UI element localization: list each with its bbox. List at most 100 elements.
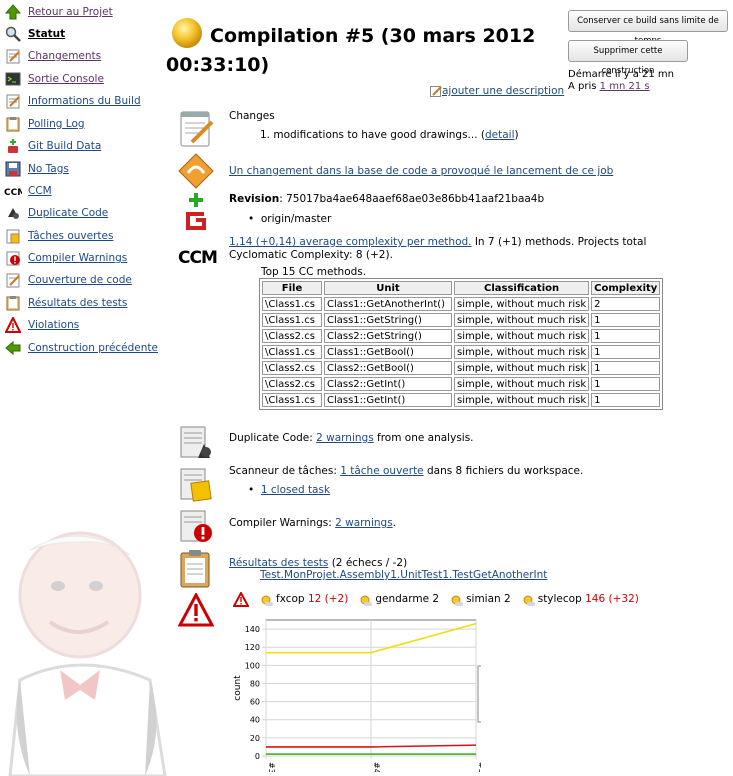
duplicate-code-summary: Duplicate Code: 2 warnings from one anal… — [229, 432, 474, 445]
ccm-icon: CCM — [178, 248, 218, 268]
delete-build-button[interactable]: Supprimer cette construction — [568, 40, 688, 76]
chart-y-tick-label: 40 — [250, 716, 260, 725]
table-row: \Class1.cs Class1::GetString() simple, wit… — [262, 313, 661, 327]
chart-x-tick-label: #3 — [267, 762, 276, 772]
sidebar-item-status[interactable]: Statut — [4, 25, 164, 43]
sidebar-item-label: Retour au Projet — [28, 6, 113, 18]
violation-item-simian[interactable]: simian 2 — [449, 593, 511, 607]
table-row: \Class1.cs Class1::GetAnotherInt() simple,… — [262, 297, 661, 311]
coverage-icon — [4, 271, 22, 289]
violation-item-stylecop[interactable]: stylecop 146 (+32) — [521, 593, 639, 607]
violation-count: 2 — [504, 593, 511, 605]
svg-text:CCM: CCM — [4, 188, 22, 197]
table-cell: Class1::GetString() — [324, 313, 452, 327]
sidebar-item-no-tags[interactable]: No Tags — [4, 160, 164, 178]
build-timing: Démarré il y a 21 mn A pris 1 mn 21 s — [568, 69, 674, 93]
jenkins-mascot-image — [8, 531, 167, 776]
test-results-link[interactable]: Résultats des tests — [229, 557, 328, 569]
table-row: \Class1.cs Class1::GetBool() simple, witho… — [262, 345, 661, 359]
violation-item-fxcop[interactable]: fxcop 12 (+2) — [259, 593, 348, 607]
notepad-icon — [4, 47, 22, 65]
detail-link[interactable]: detail — [485, 129, 515, 141]
table-cell: simple, without much risk — [454, 313, 590, 327]
sidebar-item-console[interactable]: Sortie Console — [4, 70, 164, 88]
compiler-warnings-link[interactable]: 2 warnings — [335, 517, 393, 529]
chart-y-tick-label: 140 — [245, 625, 260, 634]
chart-x-tick-label: #4 — [372, 762, 381, 772]
chart-y-tick-label: 120 — [245, 643, 260, 652]
table-cell: Class2::GetString() — [324, 329, 452, 343]
svg-text:CCM: CCM — [178, 248, 217, 268]
table-cell: Class2::GetInt() — [324, 377, 452, 391]
save-icon — [4, 160, 22, 178]
table-cell: \Class2.cs — [262, 361, 322, 375]
sidebar-item-label: Compiler Warnings — [28, 252, 128, 264]
sidebar-item-label: Informations du Build — [28, 95, 141, 107]
sidebar-item-polling-log[interactable]: Polling Log — [4, 115, 164, 133]
sidebar-item-violations[interactable]: Violations — [4, 316, 164, 334]
change-close-paren: ) — [514, 129, 519, 141]
add-description[interactable]: ajouter une description — [430, 85, 564, 97]
sidebar-item-compiler-warnings[interactable]: Compiler Warnings — [4, 249, 164, 267]
sidebar-item-coverage[interactable]: Couverture de code — [4, 271, 164, 289]
scm-trigger-link[interactable]: Un changement dans la base de code a pro… — [229, 165, 613, 178]
duration-link[interactable]: 1 mn 21 s — [600, 81, 650, 92]
table-row: \Class2.cs Class2::GetInt() simple, withou… — [262, 377, 661, 391]
table-cell: simple, without much risk — [454, 297, 590, 311]
keep-build-button[interactable]: Conserver ce build sans limite de temps — [568, 10, 728, 46]
failed-test-link[interactable]: Test.MonProjet.Assembly1.UnitTest1.TestG… — [260, 569, 547, 582]
git-icon — [4, 137, 22, 155]
compiler-suffix: . — [392, 517, 397, 529]
chart-y-tick-label: 0 — [255, 752, 260, 761]
duplicate-suffix: from one analysis. — [373, 432, 474, 444]
sidebar-item-git-build-data[interactable]: Git Build Data — [4, 137, 164, 155]
open-tasks-link[interactable]: 1 tâche ouverte — [340, 465, 423, 477]
terminal-icon — [4, 70, 22, 88]
sidebar-item-back-to-project[interactable]: Retour au Projet — [4, 3, 164, 21]
sidebar-item-open-tasks[interactable]: Tâches ouvertes — [4, 227, 164, 245]
table-header-row: File Unit Classification Complexity — [262, 281, 661, 295]
sidebar-item-label: Duplicate Code — [28, 207, 109, 219]
sidebar-item-duplicate-code[interactable]: Duplicate Code — [4, 204, 164, 222]
column-header-complexity: Complexity — [591, 281, 661, 295]
sidebar-item-label: Git Build Data — [28, 140, 102, 152]
table-cell: 1 — [591, 313, 661, 327]
table-cell: 2 — [591, 297, 661, 311]
changes-title: Changes — [229, 110, 275, 122]
tasks-summary: Scanneur de tâches: 1 tâche ouverte dans… — [229, 465, 583, 478]
sidebar-item-label: No Tags — [28, 163, 69, 175]
branch-name: origin/master — [260, 213, 332, 225]
violation-item-gendarme[interactable]: gendarme 2 — [358, 593, 439, 607]
table-row: \Class1.cs Class1::GetInt() simple, withou… — [262, 393, 661, 407]
closed-tasks-link[interactable]: 1 closed task — [261, 484, 330, 496]
branch-item: • origin/master — [248, 213, 332, 225]
search-icon — [4, 25, 22, 43]
clipboard-icon — [4, 115, 22, 133]
column-header-file: File — [262, 281, 322, 295]
tasks-prefix: Scanneur de tâches: — [229, 465, 341, 477]
edit-icon — [430, 86, 442, 97]
duplicate-code-icon — [180, 426, 211, 458]
table-cell: Class2::GetBool() — [324, 361, 452, 375]
table-cell: \Class2.cs — [262, 377, 322, 391]
add-description-link[interactable]: ajouter une description — [442, 85, 564, 97]
sidebar-item-previous-build[interactable]: Construction précédente — [4, 339, 164, 357]
table-cell: \Class1.cs — [262, 345, 322, 359]
weather-sun-icon — [261, 595, 273, 606]
chart-legend — [477, 665, 481, 723]
table-cell: \Class1.cs — [262, 297, 322, 311]
chart-x-tick-label: #5 — [477, 762, 481, 772]
sidebar-item-ccm[interactable]: CCM CCM — [4, 182, 164, 200]
table-row: \Class2.cs Class2::GetBool() simple, witho… — [262, 361, 661, 375]
table-cell: 1 — [591, 361, 661, 375]
sidebar-item-changes[interactable]: Changements — [4, 47, 164, 65]
violations-summary: fxcop 12 (+2) gendarme 2 simian 2 stylecop … — [233, 592, 649, 607]
sidebar-item-label: Tâches ouvertes — [28, 230, 114, 242]
changes-item: 1. modifications to have good drawings..… — [260, 129, 519, 142]
ccm-average-link[interactable]: 1,14 (+0,14) average complexity per meth… — [229, 236, 472, 248]
duplicate-warnings-link[interactable]: 2 warnings — [316, 432, 374, 444]
sidebar-item-test-results[interactable]: Résultats des tests — [4, 294, 164, 312]
table-row: \Class2.cs Class2::GetString() simple, wit… — [262, 329, 661, 343]
sidebar-item-build-info[interactable]: Informations du Build — [4, 92, 164, 110]
sidebar-item-label: Changements — [28, 50, 102, 62]
